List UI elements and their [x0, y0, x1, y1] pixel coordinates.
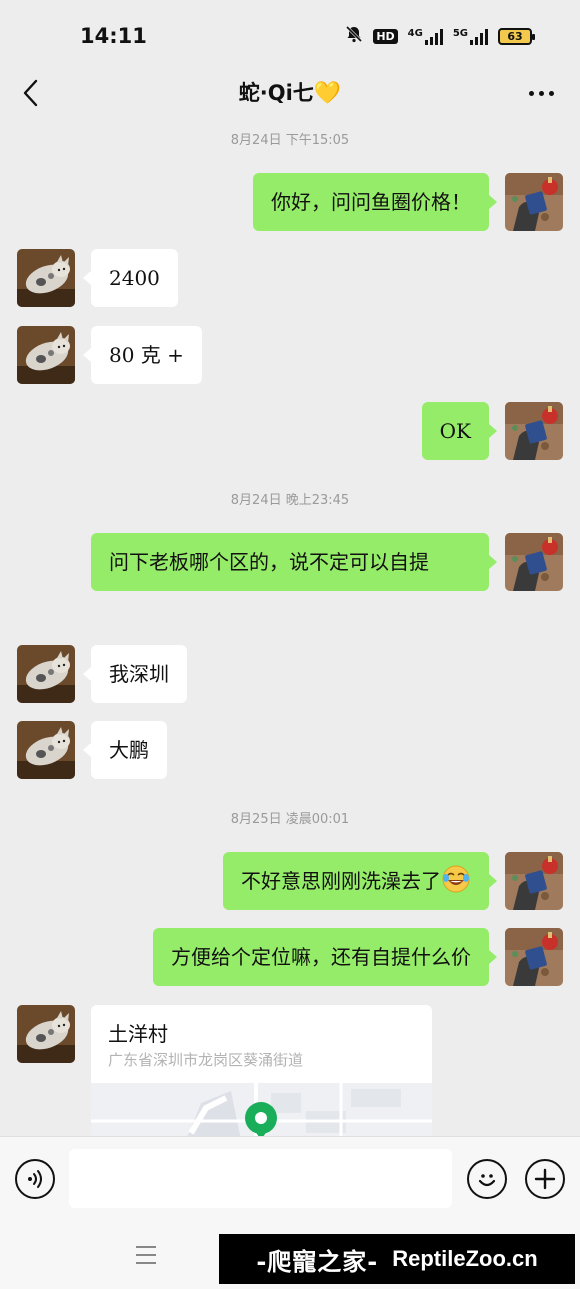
signal-5g: 5G [453, 28, 488, 45]
contact-avatar[interactable] [17, 249, 75, 307]
location-title: 土洋村 [108, 1022, 168, 1046]
chat-title: 蛇·Qi七💛 [0, 77, 580, 107]
avatar-image [17, 721, 75, 779]
watermark-en: ReptileZoo.cn [392, 1246, 538, 1271]
message-text: 2400 [109, 266, 160, 290]
avatar-image [17, 1005, 75, 1063]
contact-avatar[interactable] [17, 326, 75, 384]
chat-title-text: 蛇·Qi七 [238, 81, 314, 105]
outgoing-message[interactable]: 不好意思刚刚洗澡去了 [223, 852, 497, 910]
incoming-message[interactable]: 2400 [83, 249, 178, 307]
message-text: 我深圳 [109, 662, 169, 686]
menu-icon[interactable] [136, 1246, 156, 1264]
emoji-button[interactable] [467, 1159, 507, 1199]
status-bar: 14:11 HD 4G 5G 63 [0, 0, 580, 70]
message-text: 方便给个定位嘛，还有自提什么价 [171, 945, 471, 969]
avatar-image [17, 249, 75, 307]
watermark-cn: -爬寵之家- [256, 1247, 379, 1276]
signal-bars-icon [424, 28, 443, 45]
watermark: -爬寵之家- ReptileZoo.cn [219, 1234, 575, 1284]
my-avatar[interactable] [505, 852, 563, 910]
plus-icon [534, 1168, 556, 1190]
message-text: 你好，问问鱼圈价格！ [271, 190, 471, 214]
message-text: OK [439, 419, 471, 443]
system-nav-bar: -爬寵之家- ReptileZoo.cn [0, 1224, 580, 1289]
face-with-tears-of-joy-icon [441, 864, 471, 894]
yellow-heart-icon: 💛 [313, 81, 342, 106]
status-icons: HD 4G 5G 63 [345, 25, 535, 47]
contact-avatar[interactable] [17, 1005, 75, 1063]
more-options-button[interactable] [524, 80, 558, 106]
battery-icon: 63 [498, 27, 535, 45]
dot [538, 90, 544, 96]
more-actions-button[interactable] [525, 1159, 565, 1199]
message-text: 大鹏 [109, 738, 149, 762]
avatar-image [505, 928, 563, 986]
location-map-preview [91, 1083, 432, 1140]
avatar-image [17, 645, 75, 703]
mute-bell-icon [345, 25, 363, 47]
avatar-image [505, 402, 563, 460]
location-address: 广东省深圳市龙岗区葵涌街道 [108, 1051, 304, 1069]
avatar-image [505, 533, 563, 591]
outgoing-message[interactable]: OK [421, 402, 498, 460]
incoming-message[interactable]: 80 克 + [83, 326, 202, 384]
dot [548, 90, 554, 96]
network-4g-label: 4G [407, 27, 423, 39]
location-message-card[interactable]: 土洋村 广东省深圳市龙岗区葵涌街道 [91, 1005, 432, 1140]
smiley-icon [478, 1174, 496, 1187]
incoming-message[interactable]: 大鹏 [83, 721, 167, 779]
input-bar [0, 1136, 580, 1224]
my-avatar[interactable] [505, 173, 563, 231]
signal-bars-icon [470, 28, 488, 45]
voice-icon [28, 1170, 42, 1188]
my-avatar[interactable] [505, 533, 563, 591]
timestamp: 8月25日 凌晨00:01 [230, 812, 350, 827]
chat-header: 蛇·Qi七💛 [0, 70, 580, 118]
contact-avatar[interactable] [17, 645, 75, 703]
timestamp: 8月24日 下午15:05 [230, 133, 350, 148]
dot [528, 90, 534, 96]
network-5g-label: 5G [452, 27, 468, 39]
outgoing-message[interactable]: 你好，问问鱼圈价格！ [253, 173, 497, 231]
my-avatar[interactable] [505, 928, 563, 986]
message-input[interactable] [69, 1149, 452, 1208]
incoming-message[interactable]: 我深圳 [83, 645, 187, 703]
message-text: 不好意思刚刚洗澡去了 [241, 869, 441, 893]
avatar-image [505, 852, 563, 910]
avatar-image [505, 173, 563, 231]
hd-badge: HD [373, 28, 398, 44]
my-avatar[interactable] [505, 402, 563, 460]
avatar-image [17, 326, 75, 384]
message-text: 问下老板哪个区的，说不定可以自提 [109, 550, 429, 574]
outgoing-message[interactable]: 方便给个定位嘛，还有自提什么价 [153, 928, 497, 986]
timestamp: 8月24日 晚上23:45 [230, 493, 350, 508]
message-text: 80 克 + [109, 343, 184, 367]
status-time: 14:11 [80, 24, 147, 48]
outgoing-message[interactable]: 问下老板哪个区的，说不定可以自提 [91, 533, 497, 591]
contact-avatar[interactable] [17, 721, 75, 779]
signal-4g: 4G [408, 28, 443, 45]
voice-input-button[interactable] [15, 1159, 55, 1199]
